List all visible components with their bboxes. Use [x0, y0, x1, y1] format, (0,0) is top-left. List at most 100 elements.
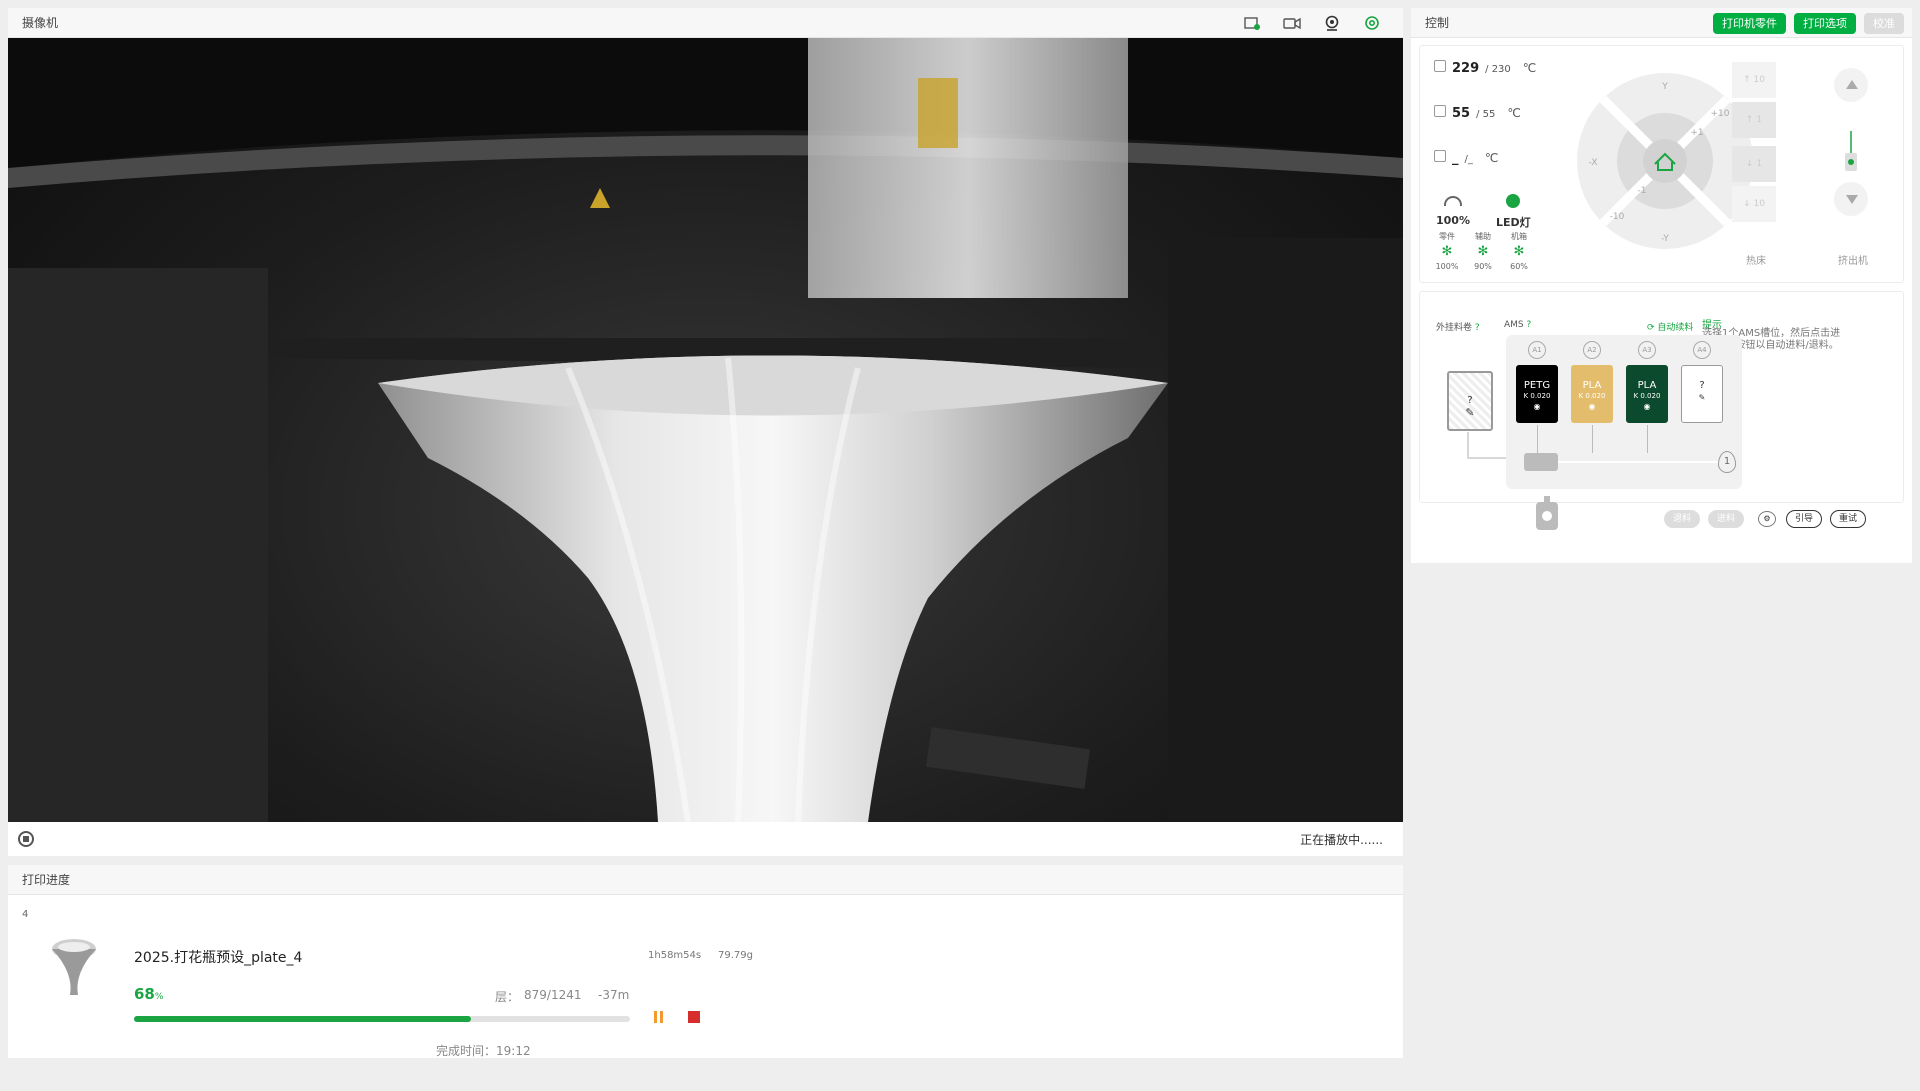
- stop-stream-button[interactable]: [18, 831, 34, 847]
- ams-tray-a2[interactable]: PLA K 0.020 ◉: [1571, 365, 1613, 423]
- z-up-10-button[interactable]: ↑ 10: [1732, 62, 1776, 98]
- progress-title: 打印进度: [22, 873, 71, 887]
- print-progress-panel: 打印进度 4 2025.打花瓶预设_plate_4 1h58m54s 79.79…: [8, 865, 1403, 1058]
- plate-number: 4: [22, 909, 29, 920]
- z-down-10-button[interactable]: ↓ 10: [1732, 186, 1776, 222]
- ams-slot-id: A2: [1583, 341, 1601, 359]
- job-name: 2025.打花瓶预设_plate_4: [134, 950, 303, 966]
- tray-k-value: K 0.020: [1523, 392, 1551, 400]
- control-header: 控制 打印机零件 打印选项 校准: [1411, 8, 1912, 38]
- refill-icon: ⟳: [1647, 323, 1655, 333]
- jog-label-p10: +10: [1711, 109, 1730, 119]
- printer-parts-button[interactable]: 打印机零件: [1713, 13, 1786, 34]
- tray-material: ?: [1699, 380, 1705, 391]
- speed-gauge-icon[interactable]: [1444, 196, 1462, 206]
- camera-footer: 正在播放中......: [8, 822, 1403, 856]
- tray-feed-line: [1537, 425, 1538, 453]
- auto-refill-link[interactable]: ⟳ 自动续料: [1647, 320, 1693, 333]
- edit-icon[interactable]: ✎: [1682, 393, 1722, 402]
- tray-k-value: K 0.020: [1633, 392, 1661, 400]
- webcam-icon[interactable]: [1323, 15, 1341, 31]
- camera-frame-image: [8, 38, 1403, 822]
- camera-video[interactable]: [8, 38, 1403, 822]
- ams-slot-id: A3: [1638, 341, 1656, 359]
- nozzle-icon: [1434, 60, 1446, 72]
- eye-icon[interactable]: ◉: [1572, 402, 1612, 411]
- print-options-button[interactable]: 打印选项: [1794, 13, 1856, 34]
- jog-label-m10: -10: [1610, 212, 1625, 222]
- stop-button[interactable]: [688, 1011, 700, 1023]
- ams-unit: A1 PETG K 0.020 ◉ A2 PLA K 0.020 ◉ A3 PLA K 0.020 ◉…: [1506, 335, 1742, 489]
- bed-temp-row[interactable]: 55 / 55 ℃: [1434, 105, 1521, 121]
- z-up-1-button[interactable]: ↑ 1: [1732, 102, 1776, 138]
- stream-status: 正在播放中......: [1300, 833, 1383, 847]
- tray-feed-line: [1647, 425, 1648, 453]
- extruder-label: 挤出机: [1838, 256, 1868, 267]
- ams-label: AMS ?: [1504, 320, 1532, 330]
- bed-label: 热床: [1746, 256, 1766, 267]
- ams-tray-a4[interactable]: ? ✎: [1681, 365, 1723, 423]
- camera-title: 摄像机: [22, 16, 59, 30]
- pause-button[interactable]: [652, 1010, 666, 1024]
- led-light-icon[interactable]: [1506, 194, 1520, 208]
- calibrate-button[interactable]: 校准: [1864, 13, 1904, 34]
- jog-label-neg-x: -X: [1589, 158, 1598, 168]
- ams-tray-a3[interactable]: PLA K 0.020 ◉: [1626, 365, 1668, 423]
- z-down-1-button[interactable]: ↓ 1: [1732, 146, 1776, 182]
- layer-label: 层：: [495, 990, 520, 1004]
- ams-slot-id: A1: [1528, 341, 1546, 359]
- storage-icon[interactable]: [1243, 15, 1261, 31]
- camera-header: 摄像机: [8, 8, 1403, 38]
- xy-jog-pad[interactable]: Y -Y X -X +10 +1 -1 -10: [1575, 71, 1755, 251]
- part-fan[interactable]: 零件 ✻ 100%: [1432, 231, 1462, 271]
- control-panel: 控制 打印机零件 打印选项 校准 229 / 230 ℃ 55 / 55 ℃ _…: [1411, 8, 1912, 563]
- progress-percent: 68%: [134, 985, 164, 1003]
- nozzle-temp-row[interactable]: 229 / 230 ℃: [1434, 60, 1536, 76]
- progress-bar: [134, 1016, 630, 1022]
- settings-icon[interactable]: [1363, 15, 1381, 31]
- aux-fan[interactable]: 辅助 ✻ 90%: [1468, 231, 1498, 271]
- chamber-temp-row[interactable]: _ /_ ℃: [1434, 150, 1498, 166]
- jog-label-p1: +1: [1690, 128, 1703, 138]
- eye-icon[interactable]: ◉: [1517, 402, 1557, 411]
- ams-feed-line: [1558, 461, 1718, 463]
- retry-button[interactable]: 重试: [1830, 510, 1867, 528]
- temperature-and-motion-box: 229 / 230 ℃ 55 / 55 ℃ _ /_ ℃ 100% LED灯 零…: [1419, 45, 1904, 283]
- tray-material: PETG: [1523, 380, 1551, 391]
- record-icon[interactable]: [1283, 15, 1301, 31]
- fan-icon: ✻: [1513, 244, 1525, 259]
- tray-material: PLA: [1582, 380, 1602, 391]
- chamber-icon: [1434, 150, 1446, 162]
- progress-header: 打印进度: [8, 865, 1403, 895]
- tray-k-value: K 0.020: [1578, 392, 1606, 400]
- extruder-icon: [1845, 131, 1857, 171]
- tray-feed-line: [1592, 425, 1593, 453]
- eye-icon[interactable]: ◉: [1627, 402, 1667, 411]
- unload-button[interactable]: 退料: [1664, 510, 1701, 528]
- fan-icon: ✻: [1441, 244, 1453, 259]
- ams-box: 外挂料卷 ? AMS ? ⟳ 自动续料 提示 选择1个AMS槽位，然后点击进料/…: [1419, 291, 1904, 530]
- load-button[interactable]: 进料: [1708, 510, 1745, 528]
- fan-icon: ✻: [1477, 244, 1489, 259]
- camera-panel: 摄像机 正在播放中......: [8, 8, 1403, 856]
- jog-label-neg-y: -Y: [1661, 234, 1669, 244]
- tray-material: PLA: [1637, 380, 1657, 391]
- external-spool-label: 外挂料卷 ?: [1436, 323, 1480, 333]
- nozzle-settings-icon[interactable]: ⚙: [1758, 511, 1776, 527]
- finish-time: 完成时间：19:12: [436, 1044, 531, 1058]
- jog-label-y: Y: [1661, 82, 1668, 92]
- ams-slot-id: A4: [1693, 341, 1711, 359]
- model-thumbnail: [52, 939, 96, 995]
- job-time: 1h58m54s: [648, 950, 702, 961]
- extrude-up-button[interactable]: [1834, 68, 1868, 102]
- extrude-down-button[interactable]: [1834, 182, 1868, 216]
- speed-value: 100%: [1436, 214, 1470, 227]
- ams-tray-a1[interactable]: PETG K 0.020 ◉: [1516, 365, 1558, 423]
- jog-label-m1: -1: [1638, 186, 1647, 196]
- guide-button[interactable]: 引导: [1786, 510, 1823, 528]
- chamber-fan[interactable]: 机箱 ✻ 60%: [1504, 231, 1534, 271]
- bed-icon: [1434, 105, 1446, 117]
- home-button[interactable]: [1643, 139, 1687, 183]
- toolhead-icon: [1536, 496, 1558, 530]
- humidity-indicator[interactable]: 1: [1718, 451, 1736, 473]
